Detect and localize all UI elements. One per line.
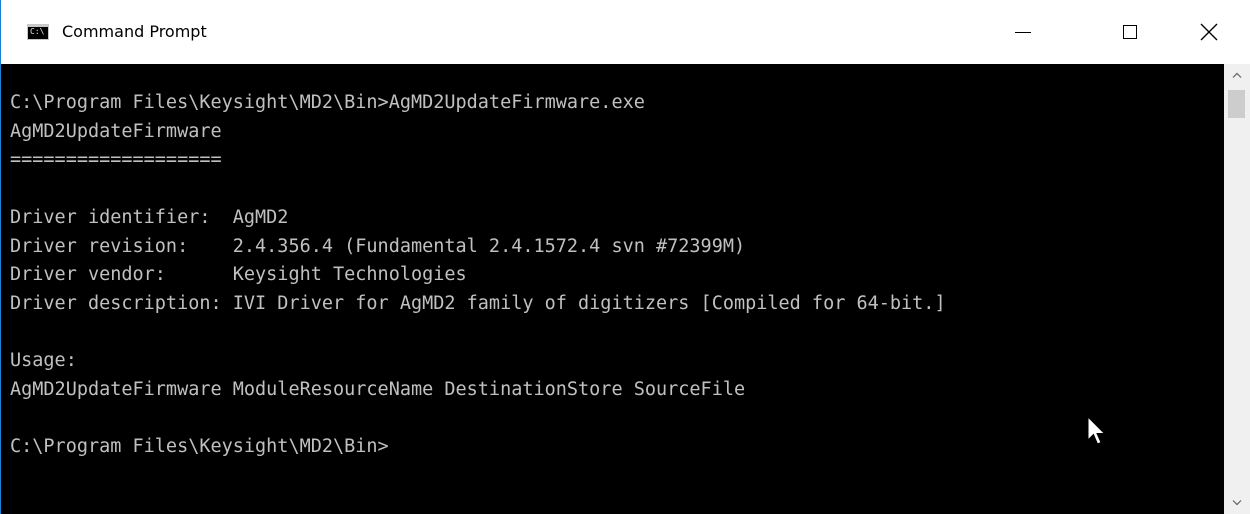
vertical-scrollbar[interactable] xyxy=(1224,64,1250,514)
scroll-thumb[interactable] xyxy=(1228,90,1245,118)
console-line: Usage: xyxy=(10,350,77,372)
maximize-button[interactable] xyxy=(1102,0,1158,64)
close-button[interactable] xyxy=(1181,0,1237,64)
close-icon xyxy=(1200,23,1218,41)
minimize-icon xyxy=(1015,31,1031,33)
title-bar[interactable]: C:\ Command Prompt xyxy=(1,0,1250,64)
console-line: Driver identifier: AgMD2 xyxy=(10,206,289,228)
console-output[interactable]: C:\Program Files\Keysight\MD2\Bin> AgMD2U… xyxy=(1,64,1224,514)
chevron-up-icon xyxy=(1232,72,1242,78)
chevron-down-icon xyxy=(1232,500,1242,506)
console-line: Driver vendor: Keysight Technologies xyxy=(10,264,467,286)
minimize-button[interactable] xyxy=(995,0,1051,64)
scroll-up-button[interactable] xyxy=(1224,64,1250,86)
console-line: Driver revision: 2.4.356.4 (Fundamental … xyxy=(10,235,746,257)
console-line: AgMD2UpdateFirmware xyxy=(10,120,222,142)
scroll-down-button[interactable] xyxy=(1224,492,1250,514)
console-line: AgMD2UpdateFirmware ModuleResourceName D… xyxy=(10,379,746,400)
console-line: Driver description: IVI Driver for AgMD2… xyxy=(10,292,946,314)
command-prompt-window: C:\ Command Prompt C:\Program Files\Keys… xyxy=(0,0,1250,514)
mouse-pointer-icon xyxy=(1087,416,1106,445)
window-title: Command Prompt xyxy=(62,22,207,41)
console-line: =================== xyxy=(10,149,222,171)
command-prompt-app-icon[interactable]: C:\ xyxy=(27,24,49,40)
console-line: C:\Program Files\Keysight\MD2\Bin>AgMD2U… xyxy=(10,92,645,113)
console-prompt-line: C:\Program Files\Keysight\MD2\Bin> xyxy=(10,436,389,458)
maximize-icon xyxy=(1123,25,1137,39)
